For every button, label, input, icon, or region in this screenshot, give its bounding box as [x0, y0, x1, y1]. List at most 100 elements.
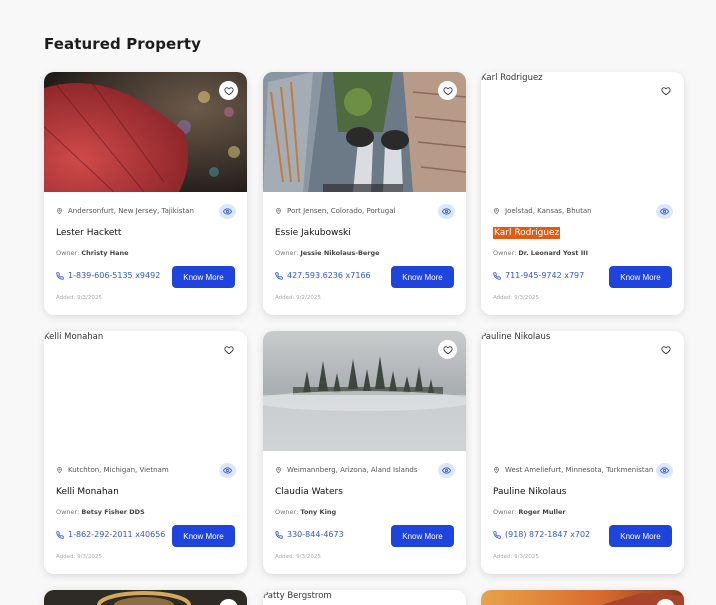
property-card[interactable]	[481, 590, 684, 605]
property-location: Weimannberg, Arizona, Aland Islands	[275, 466, 454, 474]
phone-number: 330-844-4673	[287, 530, 344, 539]
property-card[interactable]: Port Jensen, Colorado, Portugal Essie Ja…	[263, 72, 466, 315]
added-date: Added: 9/3/2025	[56, 554, 102, 560]
know-more-button[interactable]: Know More	[172, 525, 235, 547]
owner-name: Roger Muller	[518, 508, 566, 516]
property-image	[481, 590, 684, 605]
property-owner: Owner: Dr. Leonard Yost III	[493, 249, 588, 257]
eye-icon	[660, 208, 669, 215]
phone-icon	[56, 530, 64, 539]
property-location: Andersonfurt, New Jersey, Tajikistan	[56, 207, 235, 215]
know-more-button[interactable]: Know More	[609, 266, 672, 288]
phone-icon	[56, 271, 64, 280]
phone-number: (918) 872-1847 x702	[505, 530, 591, 539]
view-button[interactable]	[438, 204, 455, 219]
location-text: Weimannberg, Arizona, Aland Islands	[287, 466, 418, 474]
property-owner: Owner: Christy Hane	[56, 249, 129, 257]
property-card[interactable]: Karl Rodriguez Joelstad, Kansas, Bhutan …	[481, 72, 684, 315]
location-text: Kutchton, Michigan, Vietnam	[68, 466, 169, 474]
owner-label: Owner:	[493, 508, 517, 516]
owner-label: Owner:	[493, 249, 517, 257]
property-card[interactable]: Andersonfurt, New Jersey, Tajikistan Les…	[44, 72, 247, 315]
view-button[interactable]	[219, 463, 236, 478]
map-pin-icon	[276, 467, 281, 474]
view-button[interactable]	[656, 463, 673, 478]
location-text: Andersonfurt, New Jersey, Tajikistan	[68, 207, 194, 215]
heart-icon	[442, 345, 453, 354]
owner-name: Dr. Leonard Yost III	[518, 249, 589, 257]
favorite-button[interactable]	[656, 340, 675, 359]
property-card[interactable]: Kelli Monahan Kutchton, Michigan, Vietna…	[44, 331, 247, 574]
owner-label: Owner:	[56, 249, 80, 257]
added-date: Added: 9/2/2025	[275, 295, 321, 301]
property-card[interactable]	[44, 590, 247, 605]
map-pin-icon	[57, 208, 62, 215]
property-name: Claudia Waters	[275, 487, 343, 497]
property-owner: Owner: Jessie Nikolaus-Berge	[275, 249, 380, 257]
favorite-button[interactable]	[656, 81, 675, 100]
property-owner: Owner: Betsy Fisher DDS	[56, 508, 145, 516]
property-image	[263, 72, 466, 192]
property-image-broken: Patty Bergstrom	[263, 590, 466, 605]
favorite-button[interactable]	[438, 81, 457, 100]
property-owner: Owner: Tony King	[275, 508, 336, 516]
property-card[interactable]: Pauline Nikolaus West Ameliefurt, Minnes…	[481, 331, 684, 574]
phone-icon	[493, 530, 501, 539]
view-button[interactable]	[656, 204, 673, 219]
know-more-button[interactable]: Know More	[172, 266, 235, 288]
owner-name: Jessie Nikolaus-Berge	[300, 249, 380, 257]
phone-number: 1-862-292-2011 x40656	[68, 530, 166, 539]
property-card[interactable]: Patty Bergstrom	[263, 590, 466, 605]
added-date: Added: 9/3/2025	[493, 554, 539, 560]
property-card[interactable]: Weimannberg, Arizona, Aland Islands Clau…	[263, 331, 466, 574]
heart-icon	[442, 86, 453, 95]
image-alt-text: Patty Bergstrom	[263, 591, 332, 601]
heart-icon	[660, 86, 671, 95]
owner-label: Owner:	[275, 508, 299, 516]
phone-link[interactable]: 1-862-292-2011 x40656	[56, 530, 165, 539]
owner-name: Tony King	[300, 508, 337, 516]
owner-name: Betsy Fisher DDS	[81, 508, 145, 516]
added-date: Added: 9/3/2025	[493, 295, 539, 301]
phone-link[interactable]: (918) 872-1847 x702	[493, 530, 590, 539]
property-image	[44, 72, 247, 192]
phone-link[interactable]: 427.593.6236 x7166	[275, 271, 371, 280]
location-text: West Ameliefurt, Minnesota, Turkmenistan	[505, 466, 654, 474]
map-pin-icon	[494, 208, 499, 215]
favorite-button[interactable]	[219, 340, 238, 359]
property-image	[263, 331, 466, 451]
location-text: Port Jensen, Colorado, Portugal	[287, 207, 396, 215]
property-location: Kutchton, Michigan, Vietnam	[56, 466, 235, 474]
eye-icon	[660, 467, 669, 474]
property-name: Pauline Nikolaus	[493, 487, 567, 497]
view-button[interactable]	[438, 463, 455, 478]
property-location: Joelstad, Kansas, Bhutan	[493, 207, 672, 215]
know-more-button[interactable]: Know More	[391, 266, 454, 288]
added-date: Added: 9/3/2025	[275, 554, 321, 560]
owner-label: Owner:	[275, 249, 299, 257]
property-name: Essie Jakubowski	[275, 228, 351, 238]
property-image-broken: Kelli Monahan	[44, 331, 247, 451]
heart-icon	[660, 345, 671, 354]
phone-link[interactable]: 1-839-606-5135 x9492	[56, 271, 160, 280]
phone-link[interactable]: 711-945-9742 x797	[493, 271, 584, 280]
property-owner: Owner: Roger Muller	[493, 508, 566, 516]
eye-icon	[223, 208, 232, 215]
property-name: Lester Hackett	[56, 228, 122, 238]
favorite-button[interactable]	[219, 81, 238, 100]
eye-icon	[223, 467, 232, 474]
property-image	[44, 590, 247, 605]
phone-number: 427.593.6236 x7166	[287, 271, 371, 280]
phone-link[interactable]: 330-844-4673	[275, 530, 344, 539]
know-more-button[interactable]: Know More	[609, 525, 672, 547]
image-alt-text: Kelli Monahan	[44, 332, 104, 342]
favorite-button[interactable]	[438, 340, 457, 359]
map-pin-icon	[57, 467, 62, 474]
map-pin-icon	[494, 467, 499, 474]
know-more-button[interactable]: Know More	[391, 525, 454, 547]
view-button[interactable]	[219, 204, 236, 219]
section-title: Featured Property	[44, 35, 201, 53]
phone-icon	[275, 271, 283, 280]
phone-number: 711-945-9742 x797	[505, 271, 585, 280]
owner-name: Christy Hane	[81, 249, 129, 257]
